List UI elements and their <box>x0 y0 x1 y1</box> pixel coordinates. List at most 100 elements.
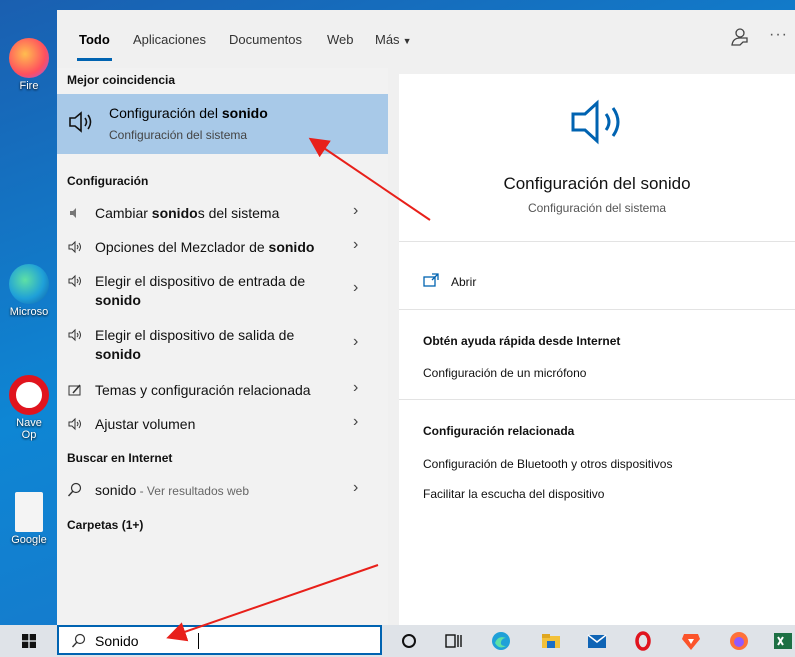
result-label-highlight: sonido <box>95 346 141 362</box>
desktop-icon-google[interactable]: Google <box>0 492 58 546</box>
speaker-icon <box>68 328 81 342</box>
document-icon <box>15 492 43 532</box>
result-label: Temas y configuración relacionada <box>95 382 311 398</box>
speaker-icon <box>68 240 81 254</box>
preview-subtitle: Configuración del sistema <box>527 201 667 215</box>
speaker-muted-icon <box>70 208 76 218</box>
chevron-right-icon[interactable]: › <box>353 379 358 397</box>
chevron-right-icon[interactable]: › <box>353 333 358 351</box>
best-match-title: Configuración del sonido <box>109 105 268 121</box>
edge-icon[interactable] <box>490 630 512 652</box>
windows-start-icon[interactable] <box>22 634 36 648</box>
task-view-icon[interactable] <box>442 630 464 652</box>
tab-mas-label: Más <box>375 32 400 47</box>
result-web-search[interactable]: sonido - Ver resultados web › <box>57 473 388 507</box>
desktop-icon-firefox[interactable]: Fire <box>0 38 58 92</box>
result-dispositivo-entrada[interactable]: Elegir el dispositivo de entrada de sonid… <box>57 264 388 316</box>
divider <box>399 309 795 310</box>
chevron-right-icon[interactable]: › <box>353 236 358 254</box>
speaker-icon <box>68 274 81 288</box>
results-list: Mejor coincidencia Configuración del son… <box>57 68 388 625</box>
desktop-icon-label: Google <box>11 534 47 546</box>
theme-brush-icon <box>68 384 81 396</box>
result-dispositivo-salida[interactable]: Elegir el dispositivo de salida de sonido… <box>57 318 388 372</box>
result-temas[interactable]: Temas y configuración relacionada › <box>57 373 388 407</box>
result-opciones-mezclador[interactable]: Opciones del Mezclador de sonido › <box>57 230 388 264</box>
firefox-icon[interactable] <box>728 630 750 652</box>
best-match-item[interactable]: Configuración del sonido Configuración d… <box>57 94 388 154</box>
best-match-heading: Mejor coincidencia <box>67 73 176 87</box>
result-label: sonido - Ver resultados web <box>95 481 249 501</box>
feedback-icon[interactable] <box>729 26 751 48</box>
tab-todo[interactable]: Todo <box>79 32 110 47</box>
result-label: Elegir el dispositivo de entrada de sonid… <box>95 272 305 310</box>
tab-web[interactable]: Web <box>327 32 354 47</box>
result-label-text: s del sistema <box>197 205 280 221</box>
result-label: Opciones del Mezclador de sonido <box>95 238 314 257</box>
brave-icon[interactable] <box>680 630 702 652</box>
chevron-right-icon[interactable]: › <box>353 479 358 497</box>
tab-documentos[interactable]: Documentos <box>229 32 302 47</box>
chevron-right-icon[interactable]: › <box>353 202 358 220</box>
more-options-icon[interactable]: ··· <box>769 26 788 44</box>
cortana-icon[interactable] <box>398 630 420 652</box>
open-icon <box>423 273 439 287</box>
best-match-title-highlight: sonido <box>221 105 268 121</box>
related-link-bluetooth[interactable]: Configuración de Bluetooth y otros dispo… <box>423 457 672 471</box>
result-label-text: Elegir el dispositivo de entrada de <box>95 273 306 289</box>
speaker-icon <box>69 111 92 133</box>
search-panel: Todo Aplicaciones Documentos Web Más ▼ ··… <box>57 10 795 625</box>
desktop-icon-label: Microso <box>9 306 49 318</box>
best-match-title-text: Configuración del <box>109 105 222 121</box>
taskbar <box>0 625 795 657</box>
opera-icon <box>9 375 49 415</box>
chevron-right-icon[interactable]: › <box>353 413 358 431</box>
preview-title: Configuración del sonido <box>503 174 691 193</box>
desktop-icon-label: Op <box>21 429 37 441</box>
firefox-icon <box>9 38 49 78</box>
result-label: Cambiar sonidos del sistema <box>95 204 279 223</box>
search-tabs: Todo Aplicaciones Documentos Web Más ▼ ··… <box>57 10 795 68</box>
result-label-text: Opciones del Mezclador de <box>95 239 269 255</box>
folders-heading[interactable]: Carpetas (1+) <box>67 518 143 532</box>
opera-icon[interactable] <box>632 630 654 652</box>
search-input[interactable] <box>95 631 365 651</box>
web-suffix: - Ver resultados web <box>136 484 249 498</box>
desktop-icon-opera[interactable]: Nave Op <box>0 375 58 441</box>
result-label-text: Cambiar <box>95 205 152 221</box>
desktop-icon-edge[interactable]: Microso <box>0 264 58 318</box>
related-heading: Configuración relacionada <box>423 424 575 438</box>
open-action[interactable]: Abrir <box>423 273 543 291</box>
search-icon <box>71 633 86 648</box>
chevron-right-icon[interactable]: › <box>353 279 358 297</box>
caret-down-icon: ▼ <box>402 36 412 46</box>
open-label: Abrir <box>451 275 477 289</box>
desktop-icon-label: Fire <box>19 80 39 92</box>
preview-pane: Configuración del sonido Configuración d… <box>399 74 795 625</box>
mail-icon[interactable] <box>586 630 608 652</box>
best-match-subtitle: Configuración del sistema <box>109 128 248 142</box>
search-icon <box>67 482 82 497</box>
web-query: sonido <box>95 482 137 498</box>
result-cambiar-sonidos[interactable]: Cambiar sonidos del sistema › <box>57 196 388 230</box>
speaker-large-icon <box>571 99 620 145</box>
excel-icon[interactable] <box>772 630 794 652</box>
result-label-highlight: sonido <box>151 205 198 221</box>
result-ajustar-volumen[interactable]: Ajustar volumen › <box>57 407 388 441</box>
speaker-icon <box>68 417 81 431</box>
web-heading: Buscar en Internet <box>67 451 173 465</box>
taskbar-search-box[interactable] <box>57 625 382 655</box>
divider <box>399 241 795 242</box>
related-link-escucha[interactable]: Facilitar la escucha del dispositivo <box>423 487 604 501</box>
result-label-highlight: sonido <box>95 292 141 308</box>
tab-mas[interactable]: Más ▼ <box>375 32 411 47</box>
result-label: Elegir el dispositivo de salida de sonido <box>95 326 294 364</box>
tab-aplicaciones[interactable]: Aplicaciones <box>133 32 206 47</box>
result-label: Ajustar volumen <box>95 416 196 432</box>
active-tab-indicator <box>77 58 112 61</box>
result-label-highlight: sonido <box>268 239 315 255</box>
help-link-microfono[interactable]: Configuración de un micrófono <box>423 366 586 380</box>
config-heading: Configuración <box>67 174 149 188</box>
file-explorer-icon[interactable] <box>540 630 562 652</box>
text-caret <box>198 633 199 649</box>
